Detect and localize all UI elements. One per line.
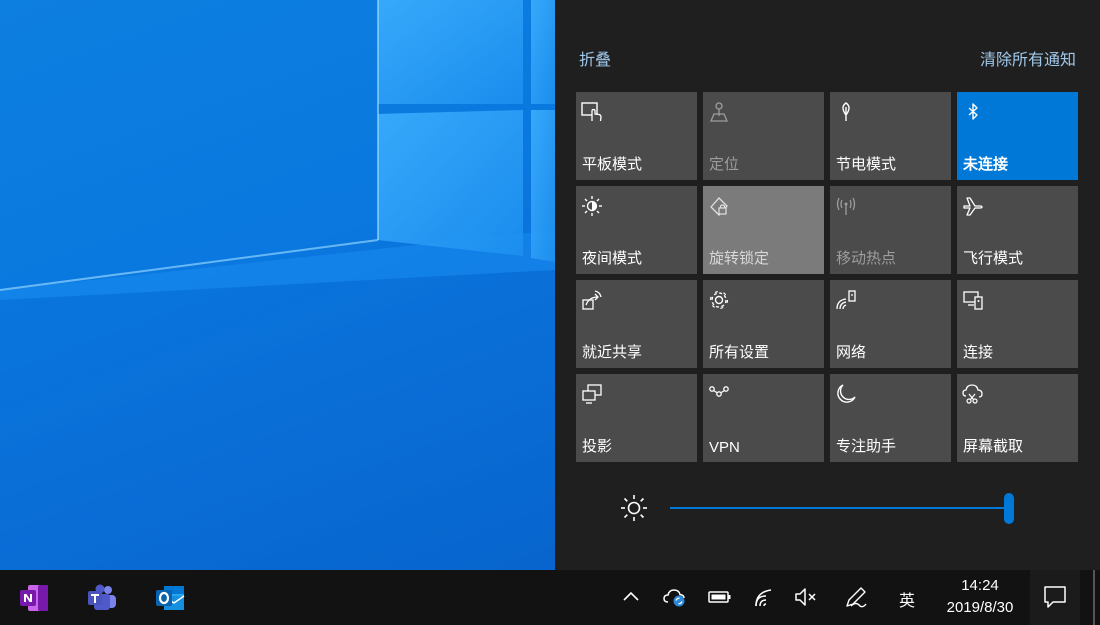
taskbar: 英 14:24 2019/8/30 [0, 570, 1100, 625]
night-light-icon [582, 196, 602, 216]
battery-icon[interactable] [708, 585, 732, 609]
tile-label: 专注助手 [836, 438, 897, 455]
tile-label: 飞行模式 [963, 250, 1024, 267]
brightness-icon [621, 495, 647, 521]
tile-label: 定位 [709, 156, 740, 173]
input-method-indicator[interactable]: 英 [899, 587, 915, 611]
tile-label: 所有设置 [709, 344, 770, 361]
nearby-sharing-icon [582, 290, 602, 310]
quick-action-nearby-sharing[interactable]: 就近共享 [576, 280, 697, 368]
action-center-button[interactable] [1030, 570, 1080, 625]
clear-all-notifications-link[interactable]: 清除所有通知 [980, 46, 1076, 70]
location-icon [710, 102, 728, 122]
vpn-icon [709, 386, 729, 397]
quick-action-night-light[interactable]: 夜间模式 [576, 186, 697, 274]
clock-date: 2019/8/30 [946, 599, 1014, 616]
tile-label: 投影 [582, 438, 613, 455]
quick-action-screen-snip[interactable]: 屏幕截取 [957, 374, 1078, 462]
tile-label: 未连接 [963, 156, 1009, 173]
notification-icon [1044, 586, 1066, 608]
settings-gear-icon [709, 290, 729, 310]
quick-action-mobile-hotspot[interactable]: 移动热点 [830, 186, 951, 274]
quick-action-focus-assist[interactable]: 专注助手 [830, 374, 951, 462]
teams-icon[interactable] [86, 582, 118, 614]
bluetooth-icon [968, 103, 978, 120]
clock[interactable]: 14:24 2019/8/30 [936, 575, 1024, 619]
quick-action-rotation-lock[interactable]: 旋转锁定 [703, 186, 824, 274]
tablet-mode-icon [581, 102, 602, 122]
show-desktop-button[interactable] [1093, 570, 1095, 625]
project-icon [582, 384, 602, 404]
quick-action-location[interactable]: 定位 [703, 92, 824, 180]
chevron-up-icon[interactable] [619, 585, 643, 609]
action-center-panel: 折叠 清除所有通知 平板模式 定位 节电模式 未连接 夜间模式 旋转锁定 移动热… [555, 0, 1100, 570]
tile-label: 屏幕截取 [963, 438, 1024, 455]
battery-saver-icon [842, 102, 850, 121]
tile-label: 节电模式 [836, 156, 897, 173]
tile-label: 平板模式 [582, 156, 643, 173]
tile-label: 夜间模式 [582, 250, 643, 267]
tile-label: 连接 [963, 344, 994, 361]
rotation-lock-icon [710, 197, 728, 216]
quick-action-project[interactable]: 投影 [576, 374, 697, 462]
outlook-icon[interactable] [154, 582, 186, 614]
network-icon [836, 290, 856, 310]
volume-muted-icon[interactable] [794, 585, 818, 609]
connect-icon [963, 291, 983, 310]
quick-action-battery-saver[interactable]: 节电模式 [830, 92, 951, 180]
quick-action-airplane-mode[interactable]: 飞行模式 [957, 186, 1078, 274]
tile-label: VPN [709, 439, 740, 456]
tile-label: 旋转锁定 [709, 250, 770, 267]
pen-workspace-icon[interactable] [844, 585, 868, 609]
mobile-hotspot-icon [836, 197, 856, 215]
tile-label: 网络 [836, 344, 867, 361]
onenote-icon[interactable] [18, 582, 50, 614]
clock-time: 14:24 [961, 577, 999, 594]
onedrive-sync-icon[interactable] [663, 585, 687, 609]
brightness-thumb[interactable] [1004, 493, 1014, 524]
tile-label: 移动热点 [836, 250, 897, 267]
quick-action-tablet-mode[interactable]: 平板模式 [576, 92, 697, 180]
airplane-mode-icon [963, 197, 983, 216]
collapse-link[interactable]: 折叠 [579, 46, 611, 70]
wifi-icon[interactable] [753, 585, 777, 609]
quick-action-vpn[interactable]: VPN [703, 374, 824, 462]
focus-assist-icon [837, 384, 856, 403]
desktop-wallpaper [0, 0, 555, 570]
tile-label: 就近共享 [582, 344, 643, 361]
screen-snip-icon [962, 384, 983, 404]
quick-action-network[interactable]: 网络 [830, 280, 951, 368]
quick-action-all-settings[interactable]: 所有设置 [703, 280, 824, 368]
brightness-track [670, 507, 1009, 509]
brightness-slider[interactable] [670, 486, 1014, 530]
quick-action-connect[interactable]: 连接 [957, 280, 1078, 368]
quick-action-bluetooth[interactable]: 未连接 [957, 92, 1078, 180]
